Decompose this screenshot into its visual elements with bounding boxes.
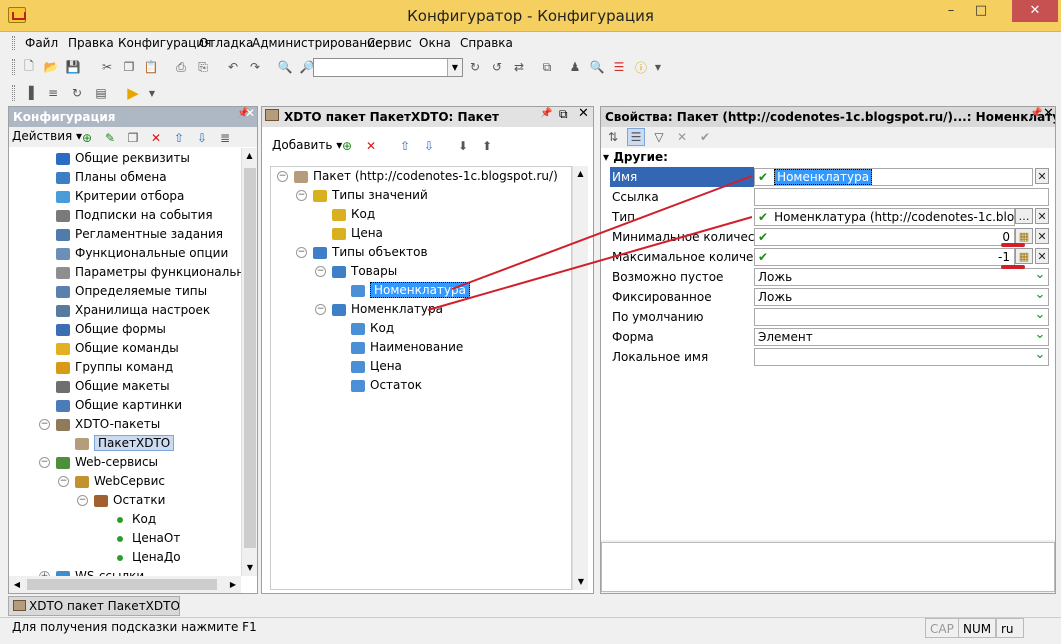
language-label: ru: [1001, 622, 1014, 636]
annotation-line-name: [451, 175, 753, 290]
window-tab[interactable]: XDTO пакет ПакетXDTO: П...: [8, 596, 180, 616]
caps-indicator: CAP: [925, 618, 959, 638]
status-hint: Для получения подсказки нажмите F1: [12, 620, 257, 634]
window-tab-label: XDTO пакет ПакетXDTO: П...: [29, 599, 180, 613]
num-indicator: NUM: [958, 618, 997, 638]
language-indicator[interactable]: ru ▾: [996, 618, 1024, 644]
annotation-line-type: [427, 216, 753, 311]
xdto-package-icon: [13, 600, 26, 611]
annotation-overlay: [427, 175, 1025, 311]
